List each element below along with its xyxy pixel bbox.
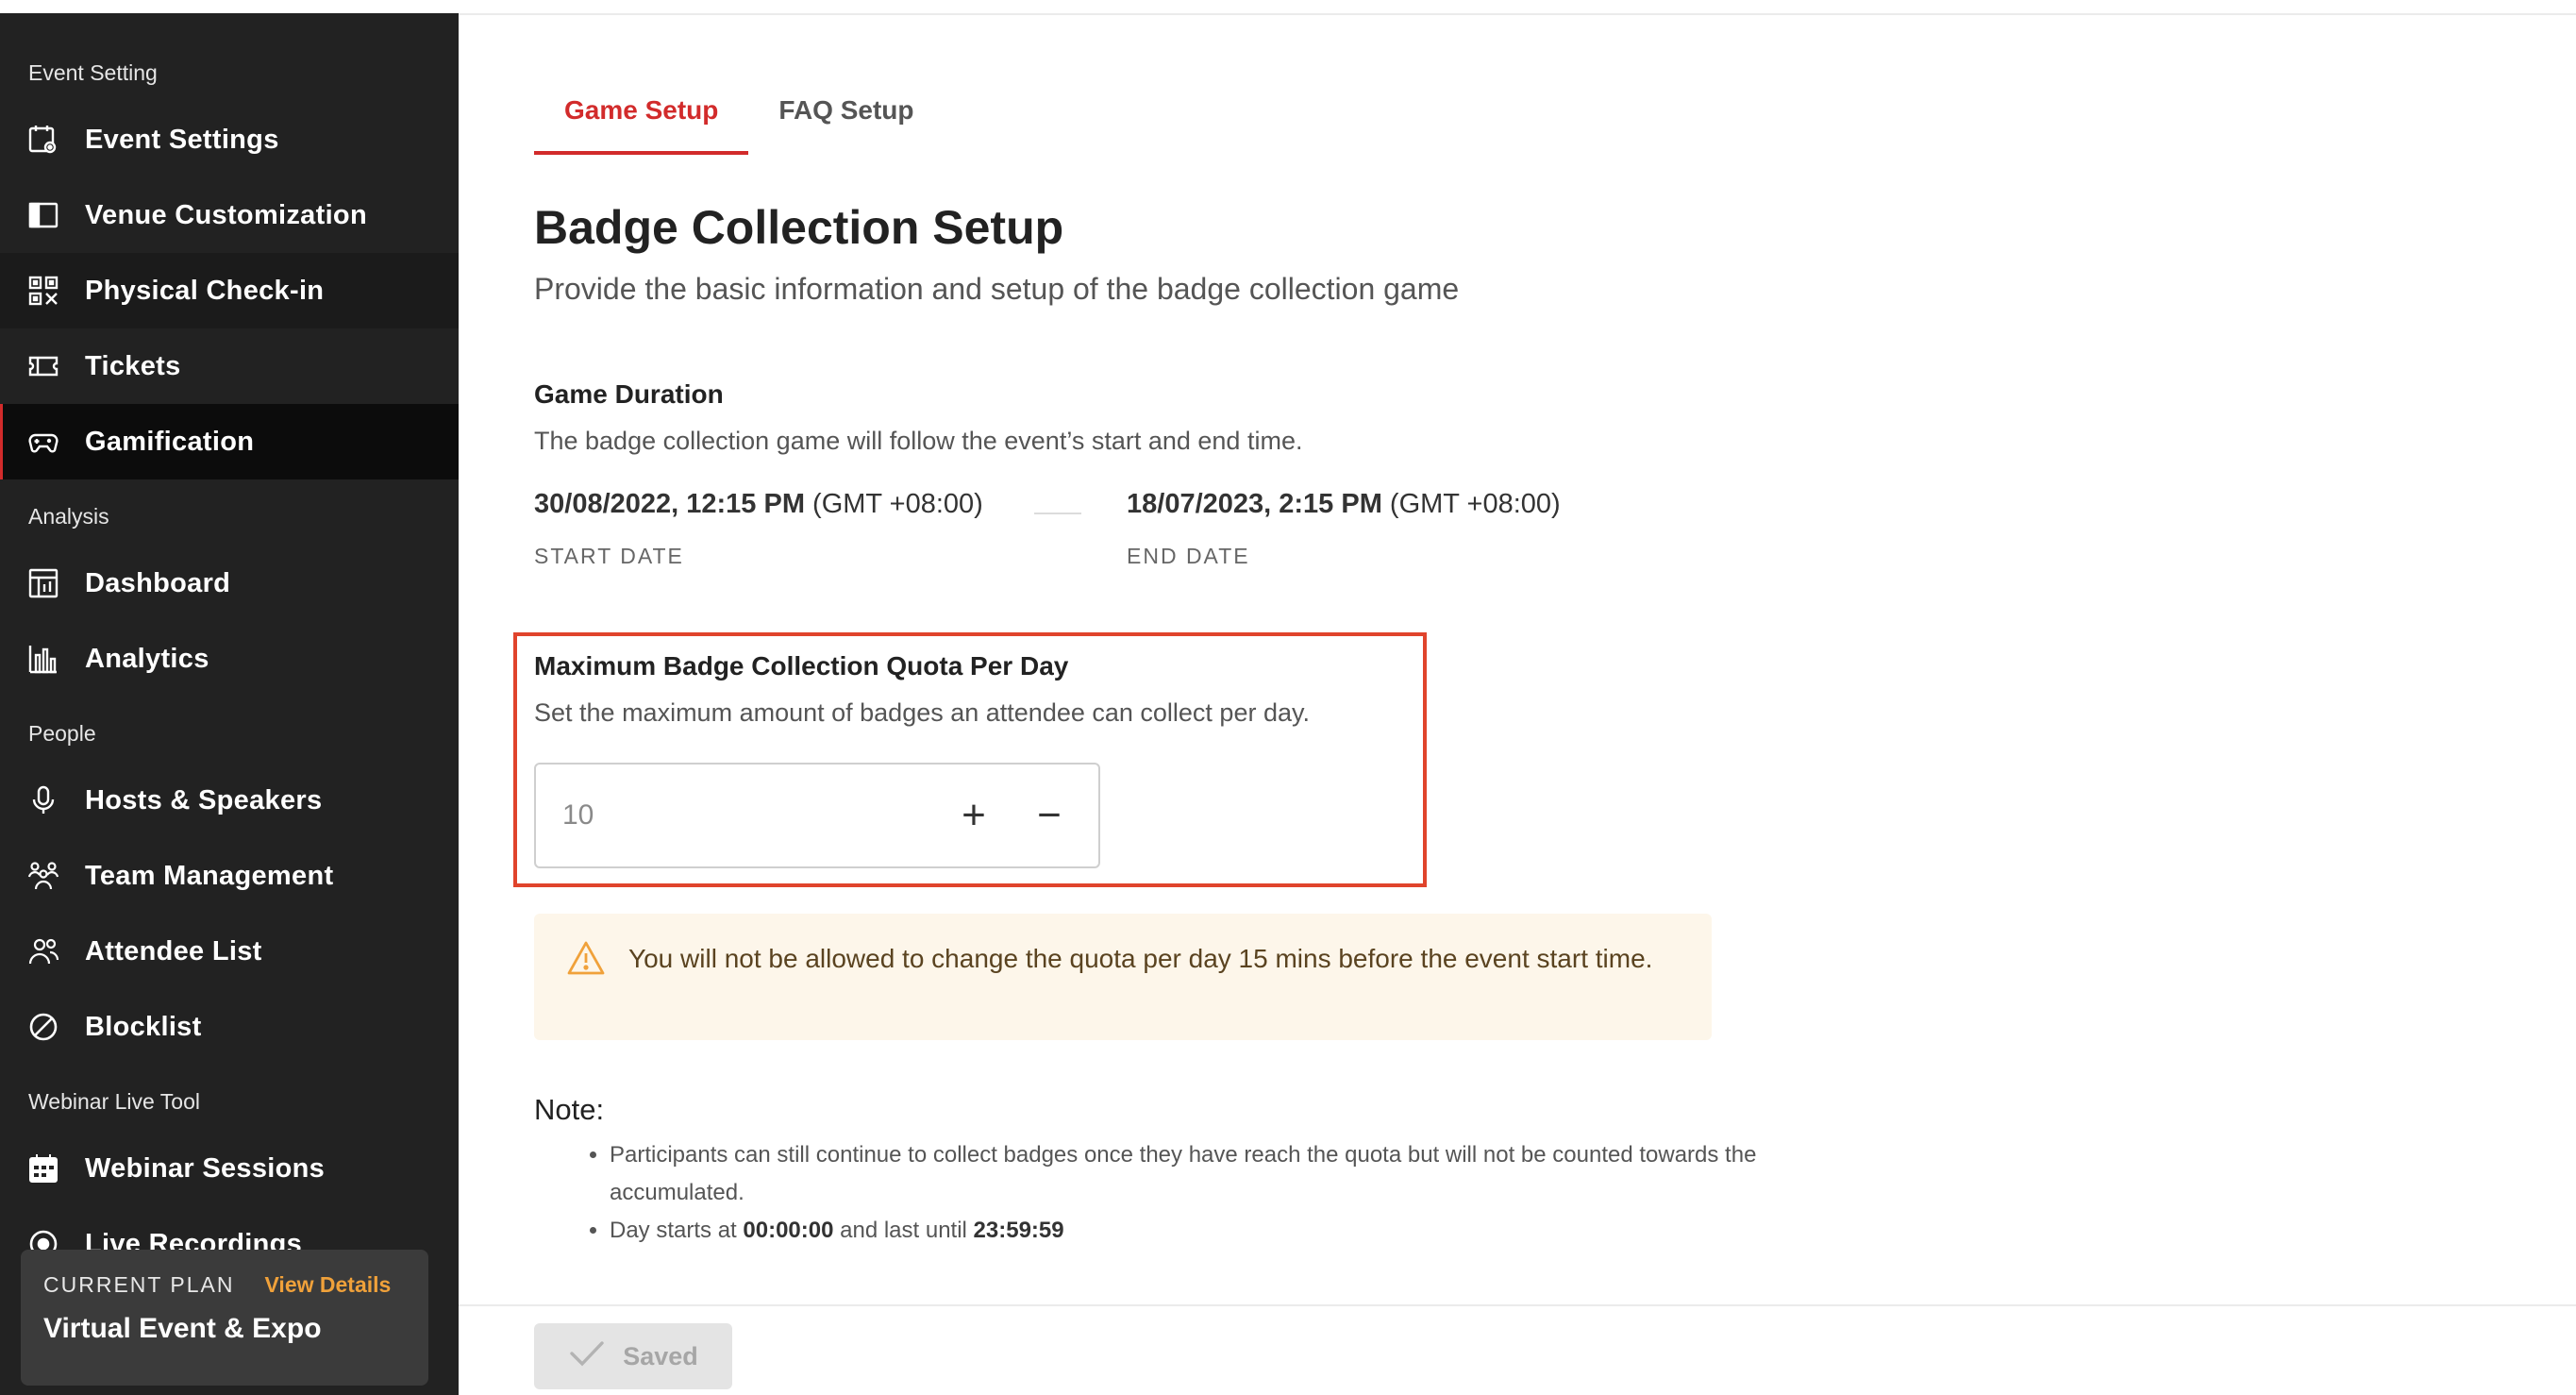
- sidebar-item-venue-customization[interactable]: Venue Customization: [0, 177, 459, 253]
- sidebar-section-people: People: [28, 721, 96, 746]
- gamepad-icon: [26, 425, 60, 459]
- sidebar: Event Setting Event Settings Venue Custo…: [0, 13, 459, 1395]
- bar-chart-icon: [26, 642, 60, 676]
- sidebar-item-team-management[interactable]: Team Management: [0, 838, 459, 914]
- sidebar-item-label: Analytics: [85, 643, 209, 674]
- start-date-caption: START DATE: [534, 544, 684, 568]
- tab-faq-setup[interactable]: FAQ Setup: [748, 87, 944, 155]
- current-plan-card: CURRENT PLAN View Details Virtual Event …: [21, 1250, 428, 1386]
- day-end-time: 23:59:59: [973, 1218, 1064, 1243]
- note-item: Participants can still continue to colle…: [610, 1136, 1780, 1212]
- page-title: Badge Collection Setup: [534, 201, 1064, 254]
- top-divider: [459, 13, 2576, 15]
- day-prefix: Day starts at: [610, 1218, 744, 1243]
- day-start-time: 00:00:00: [743, 1218, 834, 1243]
- note-item-day: Day starts at 00:00:00 and last until 23…: [610, 1212, 1780, 1250]
- game-duration-description: The badge collection game will follow th…: [534, 427, 1303, 455]
- day-middle: and last until: [833, 1218, 974, 1243]
- warning-triangle-icon: [566, 940, 606, 981]
- quota-stepper: 10 + −: [534, 763, 1100, 868]
- quota-input[interactable]: 10: [536, 799, 947, 832]
- ticket-icon: [26, 349, 60, 383]
- quota-description: Set the maximum amount of badges an atte…: [534, 698, 1310, 727]
- sidebar-item-label: Hosts & Speakers: [85, 784, 323, 815]
- note-title: Note:: [534, 1093, 605, 1126]
- sidebar-item-label: Team Management: [85, 860, 334, 891]
- calendar-grid-icon: [26, 1151, 60, 1185]
- sidebar-item-label: Gamification: [85, 426, 255, 457]
- sidebar-item-label: Webinar Sessions: [85, 1152, 326, 1184]
- sidebar-item-analytics[interactable]: Analytics: [0, 621, 459, 697]
- game-duration-title: Game Duration: [534, 379, 724, 409]
- start-date-value: 30/08/2022, 12:15 PM (GMT +08:00): [534, 489, 983, 520]
- calendar-gear-icon: [26, 123, 60, 157]
- sidebar-item-tickets[interactable]: Tickets: [0, 328, 459, 404]
- qr-code-icon: [26, 274, 60, 308]
- team-icon: [26, 859, 60, 893]
- block-icon: [26, 1010, 60, 1044]
- quota-title: Maximum Badge Collection Quota Per Day: [534, 651, 1069, 681]
- sidebar-item-physical-check-in[interactable]: Physical Check-in: [0, 253, 459, 328]
- plan-name: Virtual Event & Expo: [43, 1313, 322, 1344]
- warning-text: You will not be allowed to change the qu…: [628, 944, 1653, 973]
- attendees-icon: [26, 934, 60, 968]
- sidebar-section-analysis: Analysis: [28, 504, 109, 529]
- increment-button[interactable]: +: [947, 789, 1000, 842]
- sidebar-section-webinar-live-tool: Webinar Live Tool: [28, 1089, 200, 1114]
- sidebar-item-label: Event Settings: [85, 124, 279, 155]
- start-date: 30/08/2022, 12:15 PM: [534, 489, 805, 519]
- sidebar-item-label: Dashboard: [85, 567, 231, 598]
- dashboard-icon: [26, 566, 60, 600]
- check-icon: [568, 1339, 606, 1374]
- sidebar-item-dashboard[interactable]: Dashboard: [0, 546, 459, 621]
- save-button[interactable]: Saved: [534, 1323, 732, 1389]
- sidebar-item-gamification[interactable]: Gamification: [0, 404, 459, 479]
- page-subtitle: Provide the basic information and setup …: [534, 272, 1460, 306]
- end-date-value: 18/07/2023, 2:15 PM (GMT +08:00): [1127, 489, 1561, 520]
- sidebar-item-label: Blocklist: [85, 1011, 202, 1042]
- tab-bar: Game Setup FAQ Setup: [534, 87, 945, 155]
- note-list: Participants can still continue to colle…: [557, 1136, 1780, 1250]
- warning-banner: You will not be allowed to change the qu…: [534, 914, 1712, 1040]
- sidebar-item-label: Physical Check-in: [85, 275, 325, 306]
- view-details-link[interactable]: View Details: [265, 1272, 392, 1298]
- decrement-button[interactable]: −: [1023, 789, 1076, 842]
- sidebar-item-label: Venue Customization: [85, 199, 367, 230]
- date-separator: [1034, 513, 1081, 514]
- sidebar-section-event-setting: Event Setting: [28, 60, 158, 85]
- sidebar-item-blocklist[interactable]: Blocklist: [0, 989, 459, 1065]
- plan-kicker: CURRENT PLAN: [43, 1272, 235, 1297]
- save-button-label: Saved: [623, 1341, 698, 1370]
- end-date-caption: END DATE: [1127, 544, 1250, 568]
- sidebar-item-hosts-speakers[interactable]: Hosts & Speakers: [0, 763, 459, 838]
- sidebar-item-label: Tickets: [85, 350, 181, 381]
- start-date-timezone: (GMT +08:00): [812, 489, 983, 519]
- sidebar-item-label: Attendee List: [85, 935, 262, 966]
- sidebar-item-attendee-list[interactable]: Attendee List: [0, 914, 459, 989]
- layout-panel-icon: [26, 198, 60, 232]
- sidebar-item-event-settings[interactable]: Event Settings: [0, 102, 459, 177]
- microphone-icon: [26, 783, 60, 817]
- end-date-timezone: (GMT +08:00): [1389, 489, 1561, 519]
- tab-game-setup[interactable]: Game Setup: [534, 87, 749, 155]
- sidebar-item-webinar-sessions[interactable]: Webinar Sessions: [0, 1131, 459, 1206]
- footer-divider: [459, 1304, 2576, 1306]
- end-date: 18/07/2023, 2:15 PM: [1127, 489, 1382, 519]
